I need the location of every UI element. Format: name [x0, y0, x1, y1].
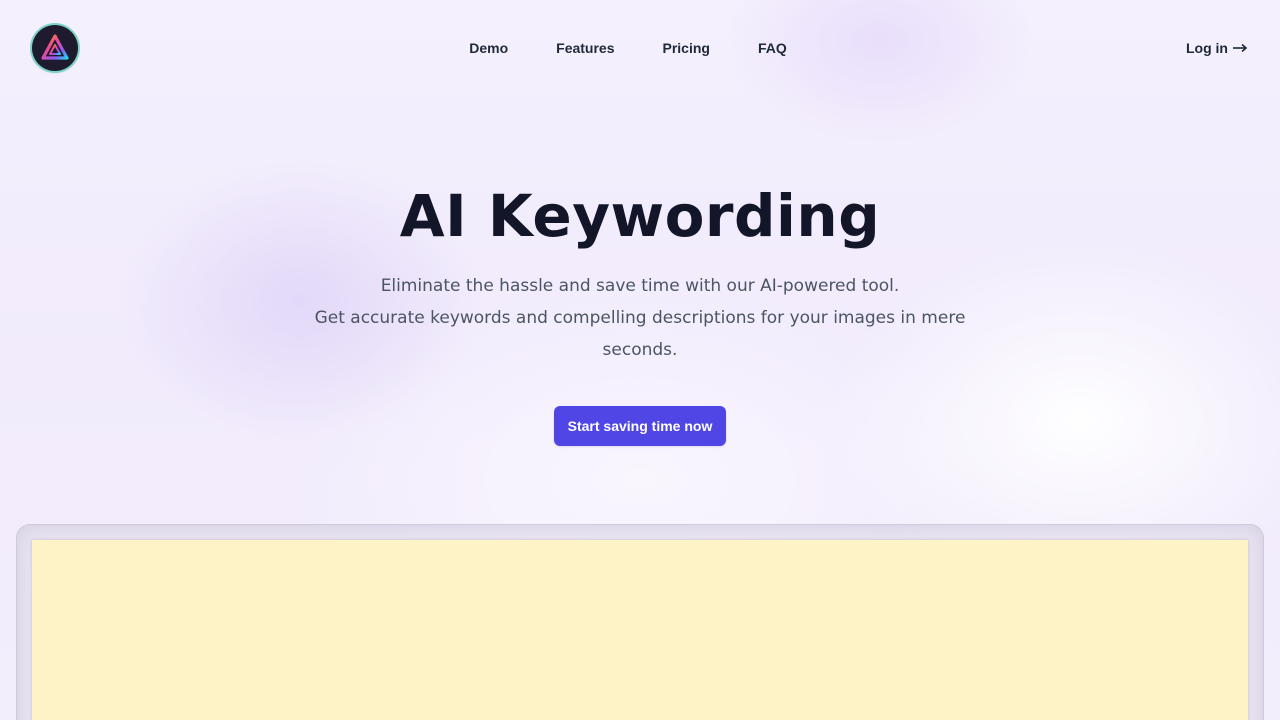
main-nav: Demo Features Pricing FAQ [0, 38, 1280, 58]
hero-subtitle: Eliminate the hassle and save time with … [300, 270, 980, 366]
start-saving-button[interactable]: Start saving time now [553, 406, 727, 446]
login-label: Log in [1186, 40, 1228, 56]
arrow-right-icon [1232, 38, 1248, 58]
nav-link-features[interactable]: Features [556, 38, 614, 58]
nav-link-demo[interactable]: Demo [469, 38, 508, 58]
login-link[interactable]: Log in [1186, 38, 1248, 58]
demo-preview-area [32, 540, 1248, 720]
hero-subtitle-line1: Eliminate the hassle and save time with … [380, 276, 900, 296]
hero-subtitle-line2: Get accurate keywords and compelling des… [314, 308, 966, 360]
nav-link-faq[interactable]: FAQ [758, 38, 787, 58]
hero-section: AI Keywording Eliminate the hassle and s… [0, 180, 1280, 446]
nav-link-pricing[interactable]: Pricing [663, 38, 710, 58]
page-title: AI Keywording [399, 182, 881, 250]
demo-preview-frame [16, 524, 1264, 720]
site-header: Demo Features Pricing FAQ Log in [0, 0, 1280, 96]
